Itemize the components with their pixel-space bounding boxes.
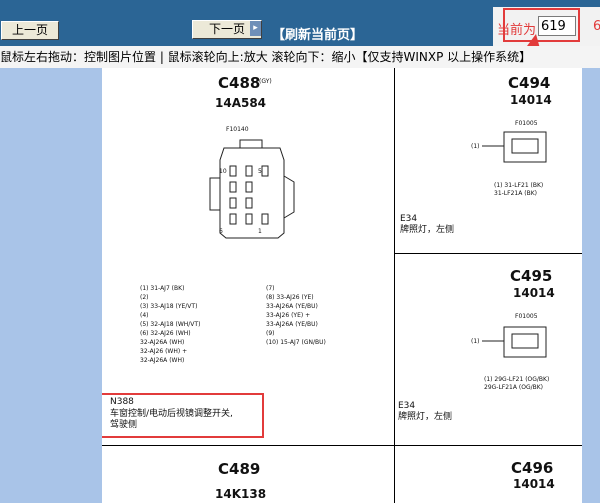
right-sidebar [582,68,600,503]
c488-connector-diagram [209,139,295,239]
pin-entry: (9) [266,330,275,337]
location-highlight [102,393,264,438]
grid-divider [394,253,582,254]
c495-connector-diagram [482,326,547,358]
pin-entry: 33-AJ26A (YE/BU) [266,321,318,328]
c488-pin-list-left: (1) 31-AJ7 (BK) (2) (3) 33-AJ18 (YE/VT) … [140,285,200,366]
c495-figure-ref: F01005 [515,313,538,320]
pin-entry: (2) [140,294,149,301]
c494-connector-diagram [482,131,547,163]
refresh-page-link[interactable]: 【刷新当前页】 [272,24,363,43]
hint-bar: 鼠标左右拖动：控制图片位置 | 鼠标滚轮向上:放大 滚轮向下：缩小【仅支持WIN… [0,46,600,69]
next-arrow-icon[interactable]: ▸ [250,21,261,36]
c496-part-number: 14014 [513,477,555,491]
current-page-extra: 6 [593,19,600,34]
pin-entry: 32-AJ26A (WH) [140,339,185,346]
c488-code: C488 [218,74,261,92]
pin-entry: 33-AJ26 (YE) + [266,312,311,319]
c494-location-code: E34 [400,214,418,224]
c488-pin-10: 10 [219,168,227,175]
pin-entry: 33-AJ26A (YE/BU) [266,303,318,310]
pin-entry: 32-AJ26 (WH) + [140,348,188,355]
c495-wire-2: 29G-LF21A (OG/BK) [484,384,544,391]
c494-code: C494 [508,74,551,92]
c495-location-desc: 牌照灯，左侧 [398,412,453,422]
c494-wire-1: (1) 31-LF21 (BK) [494,182,544,189]
c488-figure-ref: F10140 [226,126,249,133]
pin-entry: (8) 33-AJ26 (YE) [266,294,314,301]
c488-pin-6: 6 [219,228,223,235]
grid-divider [394,445,582,446]
c488-part-number: 14A584 [215,96,267,110]
c494-pin-label: (1) [471,143,480,150]
pin-entry: (1) 31-AJ7 (BK) [140,285,185,292]
c495-location-code: E34 [398,401,416,411]
pin-entry: 32-AJ26A (WH) [140,357,185,364]
c494-location-desc: 牌照灯，左侧 [400,225,455,235]
grid-divider [102,445,394,446]
c496-code: C496 [511,459,554,477]
c489-part-number: 14K138 [215,487,267,501]
grid-divider [394,68,395,503]
c495-code: C495 [510,267,553,285]
c488-pin-1: 1 [258,228,262,235]
c488-color: (GY) [259,78,272,85]
pin-entry: (5) 32-AJ18 (WH/VT) [140,321,201,328]
document-viewer[interactable]: C488 (GY) 14A584 F10140 10 5 6 1 (1) 31-… [102,68,582,503]
c495-wire-1: (1) 29G-LF21 (OG/BK) [484,376,550,383]
c495-part-number: 14014 [513,286,555,300]
pin-entry: (10) 15-AJ7 (GN/BU) [266,339,326,346]
c489-code: C489 [218,460,261,478]
c494-part-number: 14014 [510,93,552,107]
c494-wire-2: 31-LF21A (BK) [494,190,537,197]
prev-page-button[interactable]: 上一页 [1,21,59,40]
pin-entry: (7) [266,285,275,292]
c488-pin-list-right: (7) (8) 33-AJ26 (YE) 33-AJ26A (YE/BU) 33… [266,285,326,348]
c488-pin-5: 5 [258,168,262,175]
pin-entry: (4) [140,312,149,319]
c495-pin-label: (1) [471,338,480,345]
hint-text: 鼠标左右拖动：控制图片位置 | 鼠标滚轮向上:放大 滚轮向下：缩小【仅支持WIN… [0,50,532,64]
left-sidebar [0,68,102,503]
pin-entry: (6) 32-AJ26 (WH) [140,330,191,337]
pin-entry: (3) 33-AJ18 (YE/VT) [140,303,198,310]
